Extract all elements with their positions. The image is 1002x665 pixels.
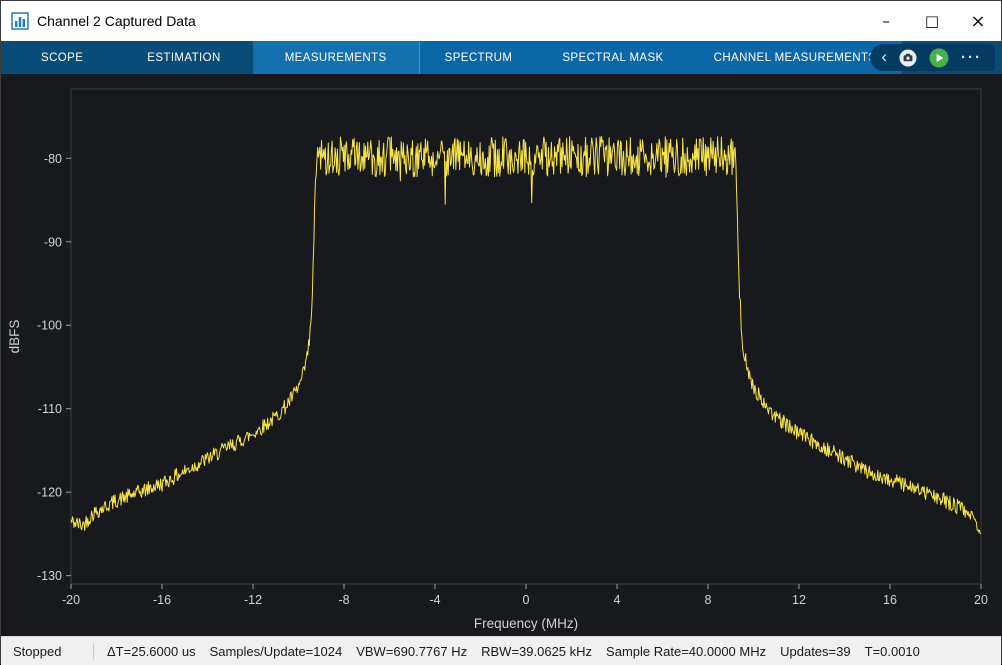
status-delta-t: ΔT=25.6000 us: [107, 644, 196, 659]
x-tick-label: 20: [974, 593, 988, 607]
snapshot-icon[interactable]: [899, 49, 917, 67]
plot-background: [1, 74, 1002, 636]
y-tick-label: -130: [37, 569, 62, 583]
x-tick-label: 12: [792, 593, 806, 607]
status-updates: Updates=39: [780, 644, 850, 659]
tab-measurements[interactable]: MEASUREMENTS: [253, 41, 419, 74]
x-tick-label: 16: [883, 593, 897, 607]
status-rbw: RBW=39.0625 kHz: [481, 644, 592, 659]
y-tick-label: -120: [37, 486, 62, 500]
tab-estimation[interactable]: ESTIMATION: [115, 41, 252, 74]
status-state: Stopped: [1, 644, 93, 659]
collapse-toolstrip-icon[interactable]: ‹: [881, 48, 887, 65]
x-tick-label: -16: [153, 593, 171, 607]
toolbar-quick-controls: ‹ ···: [870, 44, 995, 71]
x-tick-label: 4: [614, 593, 621, 607]
y-tick-label: -110: [38, 402, 62, 416]
status-vbw: VBW=690.7767 Hz: [356, 644, 467, 659]
status-time: T=0.0010: [865, 644, 920, 659]
spectrum-plot-area[interactable]: -20 -16 -12 -8 -4 0 4 8 12 16 20 -80 -90 -100 -110 -120…: [1, 74, 1001, 636]
y-tick-label: -90: [44, 235, 62, 249]
maximize-button[interactable]: □: [909, 1, 955, 41]
minimize-button[interactable]: –: [863, 1, 909, 41]
tab-spectral-mask[interactable]: SPECTRAL MASK: [537, 41, 688, 74]
y-tick-label: -80: [44, 152, 62, 166]
more-options-icon[interactable]: ···: [961, 49, 982, 66]
x-tick-label: -12: [244, 593, 262, 607]
x-tick-label: 8: [705, 593, 712, 607]
y-axis-title: dBFS: [7, 320, 22, 354]
window-controls: – □ ×: [863, 1, 1001, 41]
app-window: Channel 2 Captured Data – □ × SCOPE ESTI…: [0, 0, 1002, 664]
x-axis-title: Frequency (MHz): [474, 616, 578, 631]
tab-scope[interactable]: SCOPE: [9, 41, 115, 74]
y-tick-label: -100: [37, 319, 62, 333]
toolstrip: SCOPE ESTIMATION MEASUREMENTS SPECTRUM S…: [1, 41, 1001, 74]
titlebar: Channel 2 Captured Data – □ ×: [1, 1, 1001, 41]
x-tick-label: -4: [429, 593, 440, 607]
x-tick-label: -8: [338, 593, 349, 607]
tab-spectrum[interactable]: SPECTRUM: [420, 41, 538, 74]
status-samples-per-update: Samples/Update=1024: [210, 644, 343, 659]
status-sample-rate: Sample Rate=40.0000 MHz: [606, 644, 766, 659]
close-button[interactable]: ×: [955, 1, 1001, 41]
scope-app-icon: [11, 12, 29, 30]
status-bar: Stopped ΔT=25.6000 us Samples/Update=102…: [1, 636, 1001, 665]
status-divider: [93, 643, 94, 660]
spectrum-chart[interactable]: -20 -16 -12 -8 -4 0 4 8 12 16 20 -80 -90 -100 -110 -120…: [1, 74, 1002, 636]
window-title: Channel 2 Captured Data: [37, 13, 196, 29]
measurements-context-tabs: SPECTRUM SPECTRAL MASK CHANNEL MEASUREME…: [419, 41, 902, 74]
x-tick-label: 0: [523, 593, 530, 607]
x-tick-label: -20: [62, 593, 80, 607]
run-button[interactable]: [929, 48, 949, 68]
